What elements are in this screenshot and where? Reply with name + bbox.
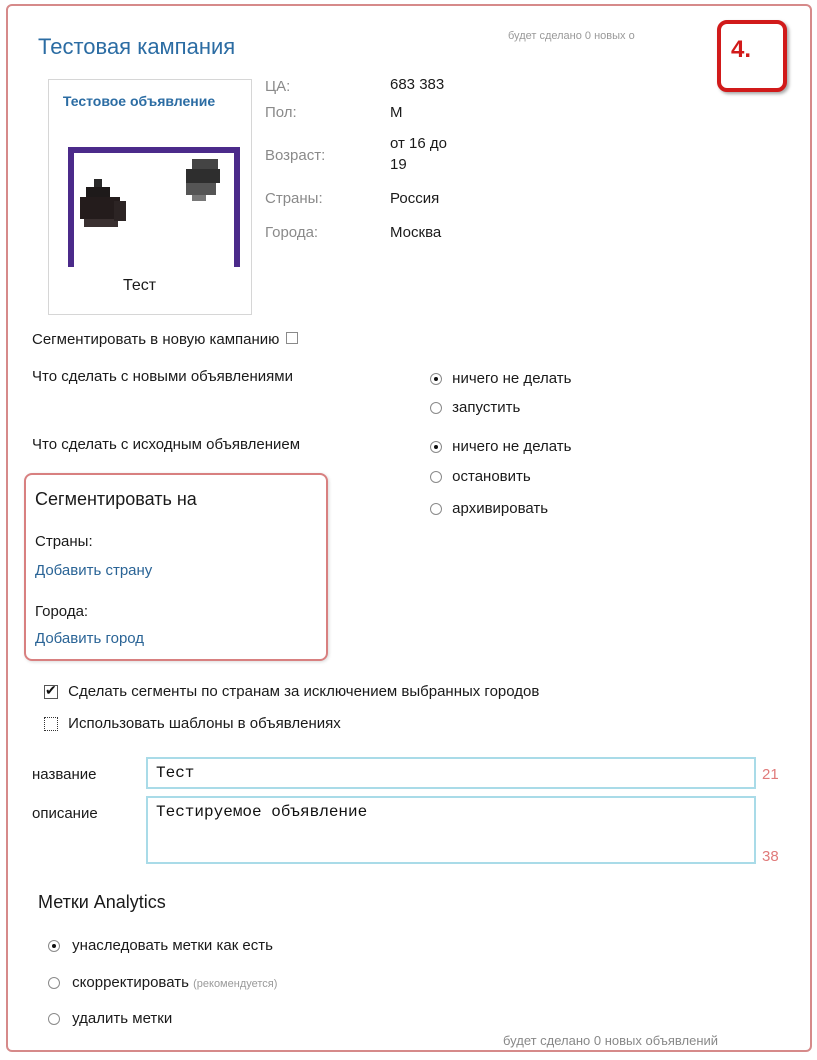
description-char-counter: 38: [762, 848, 779, 865]
ad-preview-image: [68, 147, 240, 267]
source-ad-option-nothing[interactable]: ничего не делать: [430, 438, 571, 455]
ad-image-graphic: [80, 159, 220, 227]
analytics-radio-remove[interactable]: [48, 1013, 60, 1026]
analytics-option-remove-label: удалить метки: [72, 1010, 173, 1027]
countries-label: Страны:: [265, 190, 323, 207]
source-ad-option-archive-label: архивировать: [452, 500, 549, 517]
segment-cities-label: Города:: [35, 603, 89, 620]
analytics-heading: Метки Analytics: [38, 892, 166, 912]
gender-value: М: [390, 104, 403, 121]
use-templates-checkbox[interactable]: [44, 717, 58, 732]
ad-preview[interactable]: Тестовое объявление Тест: [48, 79, 252, 315]
source-ad-option-nothing-label: ничего не делать: [452, 438, 572, 455]
source-ad-option-archive[interactable]: архивировать: [430, 500, 548, 517]
step-label: 4.: [731, 36, 752, 63]
new-ads-option-nothing[interactable]: ничего не делать: [430, 370, 571, 387]
recommended-note: (рекомендуется): [193, 978, 278, 990]
audience-label: ЦА:: [265, 78, 291, 95]
countries-except-cities-row[interactable]: Сделать сегменты по странам за исключени…: [44, 682, 540, 700]
gender-label: Пол:: [265, 104, 297, 121]
analytics-option-inherit-label: унаследовать метки как есть: [72, 937, 273, 954]
analytics-option-remove[interactable]: удалить метки: [48, 1010, 172, 1027]
age-value-line2: 19: [390, 156, 407, 173]
new-ads-radio-nothing[interactable]: [430, 373, 442, 386]
step-badge: 4.: [717, 20, 787, 92]
countries-value: Россия: [390, 190, 440, 207]
new-ads-count-note-bottom: будет сделано 0 новых объявлений: [503, 1033, 719, 1048]
campaign-title[interactable]: Тестовая кампания: [38, 34, 235, 60]
new-ads-option-nothing-label: ничего не делать: [452, 370, 572, 387]
audience-value: 683 383: [390, 76, 445, 93]
add-country-link[interactable]: Добавить страну: [35, 562, 152, 579]
new-ads-count-note-top: будет сделано 0 новых о: [508, 30, 635, 42]
segment-new-campaign-checkbox[interactable]: [285, 332, 298, 345]
description-field[interactable]: Тестируемое объявление: [146, 796, 756, 864]
source-ad-option-stop-label: остановить: [452, 468, 531, 485]
source-ad-option-stop[interactable]: остановить: [430, 468, 531, 485]
use-templates-row[interactable]: Использовать шаблоны в объявлениях: [44, 715, 341, 732]
name-label: название: [32, 766, 97, 783]
ad-preview-caption: Тест: [123, 277, 157, 294]
segment-countries-label: Страны:: [35, 533, 93, 550]
analytics-option-inherit[interactable]: унаследовать метки как есть: [48, 937, 273, 954]
segment-new-campaign-row: Сегментировать в новую кампанию: [32, 331, 298, 348]
description-label: описание: [32, 805, 98, 822]
new-ads-radio-launch[interactable]: [430, 402, 442, 415]
analytics-radio-adjust[interactable]: [48, 977, 60, 990]
new-ads-option-launch-label: запустить: [452, 399, 521, 416]
analytics-radio-inherit[interactable]: [48, 940, 60, 953]
age-label: Возраст:: [265, 147, 326, 164]
ad-preview-title: Тестовое объявление: [62, 93, 216, 109]
source-ad-radio-archive[interactable]: [430, 503, 442, 516]
analytics-option-adjust-label: скорректировать: [72, 974, 189, 991]
name-char-counter: 21: [762, 766, 779, 783]
source-ad-question: Что сделать с исходным объявлением: [32, 436, 301, 453]
add-city-link[interactable]: Добавить город: [35, 630, 144, 647]
cities-value: Москва: [390, 224, 442, 241]
segment-on-heading: Сегментировать на: [35, 489, 197, 509]
source-ad-radio-nothing[interactable]: [430, 441, 442, 454]
source-ad-radio-stop[interactable]: [430, 471, 442, 484]
countries-except-cities-checkbox[interactable]: [44, 682, 58, 700]
countries-except-cities-label: Сделать сегменты по странам за исключени…: [68, 683, 540, 700]
cities-label: Города:: [265, 224, 319, 241]
use-templates-label: Использовать шаблоны в объявлениях: [68, 715, 341, 732]
segment-new-campaign-label: Сегментировать в новую кампанию: [32, 331, 280, 348]
name-field[interactable]: Тест: [146, 757, 756, 789]
age-value-line1: от 16 до: [390, 135, 447, 152]
analytics-option-adjust[interactable]: скорректировать (рекомендуется): [48, 974, 277, 991]
new-ads-option-launch[interactable]: запустить: [430, 399, 520, 416]
new-ads-question: Что сделать с новыми объявлениями: [32, 368, 293, 385]
